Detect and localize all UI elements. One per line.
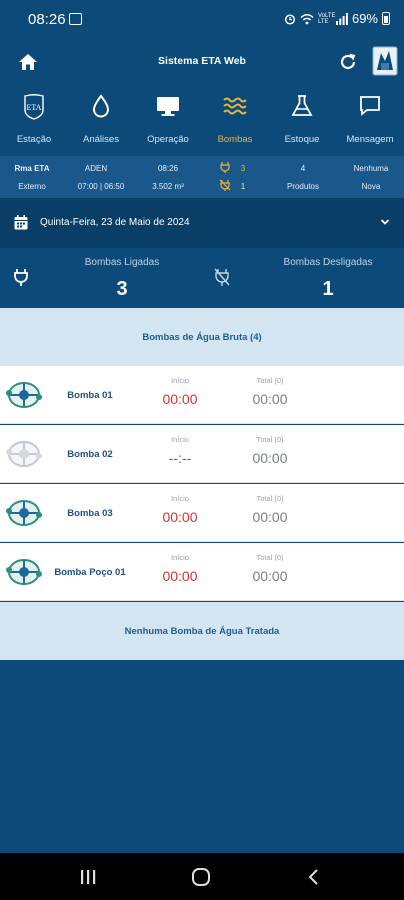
pump-row[interactable]: Bomba Poço 01 Início 00:00 Total (0) 00:…: [0, 543, 404, 601]
volume: 3.502 m³: [152, 182, 184, 191]
nav-label-operacao: Operação: [147, 134, 189, 145]
messages-status: Nenhuma: [353, 164, 389, 173]
start-label: Início: [171, 494, 189, 503]
plug-on-icon: [220, 162, 230, 173]
start-time: 00:00: [162, 391, 198, 407]
nav-label-estoque: Estoque: [284, 134, 320, 145]
date-selector[interactable]: Quinta-Feira, 23 de Maio de 2024: [0, 198, 404, 248]
user-name: ADEN: [84, 164, 108, 173]
station-info: Rma ETA Externo ADEN 07:00 | 06:50 08:26…: [0, 156, 404, 198]
home-button-icon[interactable]: [191, 867, 211, 887]
nav-item-estoque[interactable]: Estoque: [270, 84, 334, 156]
pump-stats: Bombas Ligadas 3 Bombas Desligadas 1: [0, 248, 404, 308]
recent-apps-icon[interactable]: [80, 869, 96, 885]
system-nav-bar: [0, 853, 404, 900]
pump-row[interactable]: Bomba 03 Início 00:00 Total (0) 00:00: [0, 484, 404, 542]
raw-water-section-header: Bombas de Água Bruta (4): [0, 308, 404, 366]
total-time: 00:00: [252, 391, 288, 407]
wifi-icon: [300, 13, 314, 24]
total-label: Total (0): [256, 435, 284, 444]
pump-name: Bomba 03: [67, 508, 113, 519]
status-time: 08:26: [28, 11, 66, 28]
pumps-off-value: 1: [322, 278, 334, 300]
flask-icon: [291, 95, 313, 116]
pump-row[interactable]: Bomba 01 Início 00:00 Total (0) 00:00: [0, 366, 404, 424]
plug-icon: [14, 269, 28, 286]
plug-off-icon: [214, 268, 230, 286]
alarm-icon: [284, 13, 296, 25]
network-label: VoLTE LTE: [317, 12, 336, 25]
nav-item-mensagem[interactable]: Mensagem: [338, 84, 402, 156]
eta-logo-icon: [372, 46, 398, 76]
calendar-icon: [14, 215, 28, 230]
total-time: 00:00: [252, 568, 288, 584]
battery-icon: [382, 12, 390, 25]
nav-label-mensagem: Mensagem: [346, 134, 394, 145]
total-time: 00:00: [252, 450, 288, 466]
nav-label-estacao: Estação: [16, 134, 52, 145]
start-label: Início: [171, 553, 189, 562]
pump-name: Bomba 02: [67, 449, 113, 460]
total-label: Total (0): [256, 376, 284, 385]
raw-water-section-title: Bombas de Água Bruta (4): [142, 332, 262, 343]
chevron-down-icon[interactable]: [380, 217, 390, 227]
nav-item-operacao[interactable]: Operação: [136, 84, 200, 156]
products-count: 4: [300, 164, 306, 173]
nav-item-analises[interactable]: Análises: [69, 84, 133, 156]
pump-active-icon: [6, 559, 42, 585]
total-time: 00:00: [252, 509, 288, 525]
back-icon[interactable]: [307, 868, 321, 886]
monitor-icon: [157, 97, 179, 116]
treated-water-section-title: Nenhuma Bomba de Água Tratada: [124, 626, 280, 637]
pump-row[interactable]: Bomba 02 Início --:-- Total (0) 00:00: [0, 425, 404, 483]
pumps-on-count: 3: [240, 164, 246, 173]
pump-inactive-icon: [6, 441, 42, 467]
pump-active-icon: [6, 500, 42, 526]
svg-text:ETA: ETA: [27, 103, 42, 112]
pump-name: Bomba Poço 01: [54, 567, 126, 578]
start-time: 00:00: [162, 568, 198, 584]
start-label: Início: [171, 376, 189, 385]
app-header: Sistema ETA Web: [0, 40, 404, 84]
station-name: Rma ETA: [14, 164, 50, 173]
waves-icon: [223, 97, 247, 115]
date-text: Quinta-Feira, 23 de Maio de 2024: [40, 217, 190, 228]
message-icon: [360, 96, 380, 116]
nav-label-analises: Análises: [83, 134, 119, 145]
pump-name: Bomba 01: [67, 390, 113, 401]
messages-sub: Nova: [361, 182, 381, 191]
battery-percent: 69%: [351, 11, 378, 26]
pumps-off-count: 1: [240, 182, 246, 191]
nav-item-bombas[interactable]: Bombas: [203, 84, 267, 156]
empty-area: [0, 660, 404, 853]
nav-label-bombas: Bombas: [217, 134, 253, 145]
pumps-off-label: Bombas Desligadas: [283, 257, 373, 268]
products-label: Produtos: [286, 182, 320, 191]
pumps-on-value: 3: [116, 278, 128, 300]
nav-item-estacao[interactable]: ETA Estação: [2, 84, 66, 156]
signal-icon: [335, 12, 348, 25]
total-label: Total (0): [256, 553, 284, 562]
gallery-icon: [69, 13, 82, 25]
current-time: 08:26: [157, 164, 179, 173]
start-time: --:--: [168, 450, 192, 466]
total-label: Total (0): [256, 494, 284, 503]
status-bar: 08:26 VoLTE LTE 69%: [0, 0, 404, 40]
drop-icon: [92, 94, 110, 118]
refresh-icon[interactable]: [338, 52, 358, 72]
start-label: Início: [171, 435, 189, 444]
pumps-on-label: Bombas Ligadas: [84, 257, 160, 268]
station-icon: ETA: [24, 94, 44, 120]
treated-water-section: Nenhuma Bomba de Água Tratada: [0, 602, 404, 660]
plug-off-icon: [219, 179, 231, 191]
main-nav: ETA Estação Análises Operação Bombas Est…: [0, 84, 404, 156]
pump-active-icon: [6, 382, 42, 408]
status-indicators: VoLTE LTE 69%: [284, 11, 390, 26]
shift-times: 07:00 | 06:50: [77, 182, 125, 191]
start-time: 00:00: [162, 509, 198, 525]
station-sub: Externo: [18, 182, 46, 191]
